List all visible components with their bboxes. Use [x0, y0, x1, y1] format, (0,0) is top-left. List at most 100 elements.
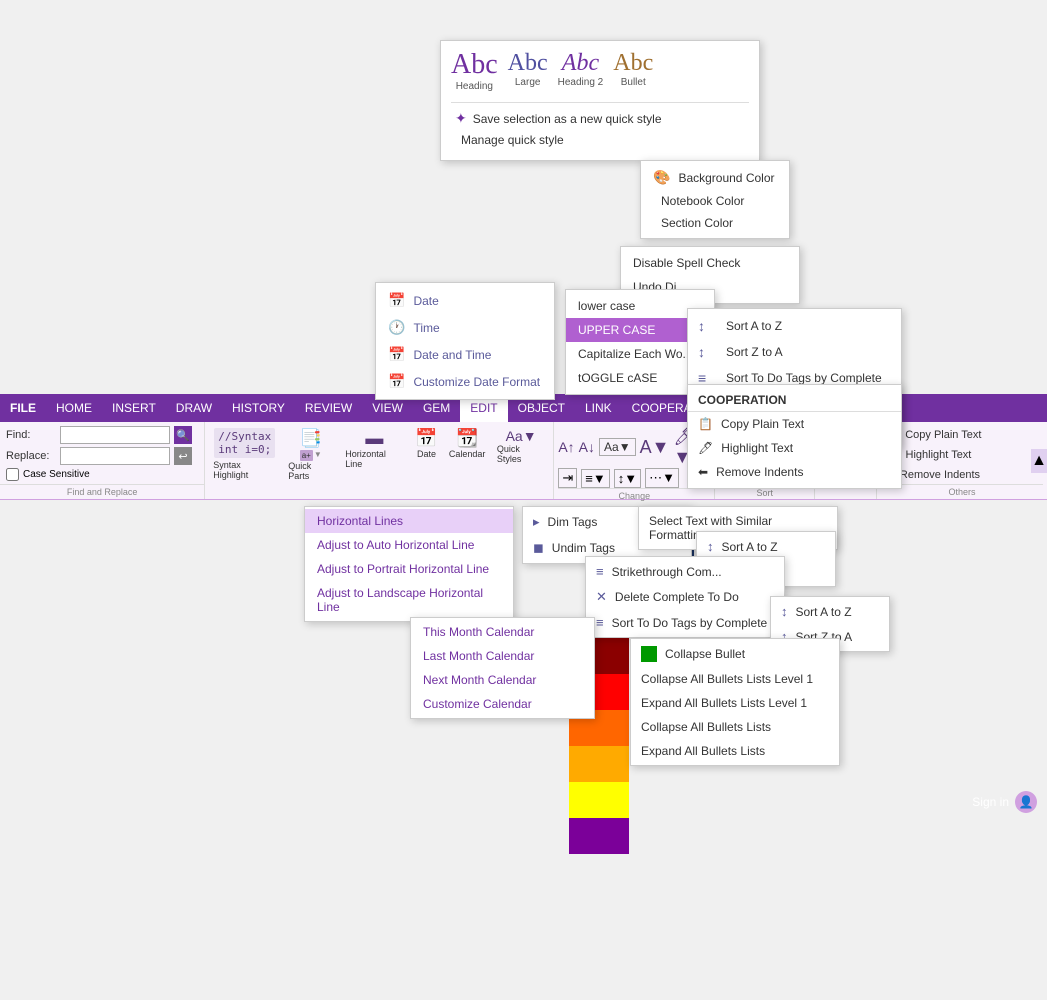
hline-item-0[interactable]: Horizontal Lines — [305, 509, 513, 533]
expand-all-label: Expand All Bullets Lists — [641, 744, 765, 758]
date-button[interactable]: 📅 Date — [411, 426, 441, 461]
section-color-label: Section Color — [661, 216, 733, 230]
strikethrough-label: Strikethrough Com... — [612, 565, 722, 579]
remove-indents-coop[interactable]: ⬅ Remove Indents — [688, 460, 901, 484]
qs-heading2[interactable]: Abc Heading 2 — [558, 51, 604, 92]
qs-heading-text: Abc — [451, 51, 498, 79]
qs-manage-label: Manage quick style — [461, 133, 564, 147]
sign-in-area[interactable]: Sign in 👤 — [972, 788, 1037, 816]
syntax-highlight-button[interactable]: //Syntaxint i=0; Syntax Highlight — [209, 426, 280, 482]
calendar-dropdown: This Month Calendar Last Month Calendar … — [410, 617, 595, 719]
replace-button[interactable]: ↩ — [174, 447, 192, 465]
strikethrough-item[interactable]: ≡ Strikethrough Com... — [586, 559, 784, 584]
color-swatch-darkyellow[interactable] — [569, 746, 629, 782]
calendar-button[interactable]: 📆 Calendar — [445, 426, 488, 461]
expand-all-level1-item[interactable]: Expand All Bullets Lists Level 1 — [631, 691, 839, 715]
remove-indents-button[interactable]: ⬅Remove Indents — [881, 466, 1043, 484]
date-time-icon: 📅 — [388, 346, 405, 363]
highlight-text-coop[interactable]: 🖊 Highlight Text — [688, 436, 901, 460]
collapse-all-label: Collapse All Bullets Lists — [641, 720, 771, 734]
find-replace-group: Find: 🔍 Replace: ↩ Case Sensitive Find a… — [0, 422, 205, 499]
copy-plain-text-button[interactable]: 📋Copy Plain Text — [881, 426, 1043, 444]
delete-complete-item[interactable]: ✕ Delete Complete To Do — [586, 584, 784, 610]
notebook-color-label: Notebook Color — [661, 194, 744, 208]
menu-insert[interactable]: INSERT — [102, 394, 166, 422]
sort2-az-icon: ↕ — [707, 539, 714, 554]
collapse-bullet-item[interactable]: Collapse Bullet — [631, 641, 839, 667]
replace-input[interactable] — [60, 447, 170, 465]
strikethrough-icon: ≡ — [596, 564, 604, 579]
find-input[interactable] — [60, 426, 170, 444]
hline-item-1[interactable]: Adjust to Auto Horizontal Line — [305, 533, 513, 557]
disable-spell-check[interactable]: Disable Spell Check — [621, 251, 799, 275]
menu-review[interactable]: REVIEW — [295, 394, 362, 422]
highlight-icon: 🖊 — [698, 441, 713, 455]
sort3-az-icon: ↕ — [781, 604, 788, 619]
qs-large-text: Abc — [508, 51, 548, 75]
hline-item-3[interactable]: Adjust to Landscape Horizontal Line — [305, 581, 513, 619]
menu-link[interactable]: LINK — [575, 394, 622, 422]
menu-home[interactable]: HOME — [46, 394, 102, 422]
insert-group: //Syntaxint i=0; Syntax Highlight 📑 a+▼ … — [205, 422, 554, 499]
highlight-text-button[interactable]: 🖊Highlight Text — [881, 446, 1043, 464]
color-swatch-yellow[interactable] — [569, 782, 629, 818]
remove-indents-icon: ⬅ — [698, 465, 708, 479]
sort-tags-item[interactable]: ≡ Sort To Do Tags by Complete — [586, 610, 784, 635]
menu-file[interactable]: FILE — [0, 394, 46, 422]
customize-date-item[interactable]: 📅 Customize Date Format — [376, 368, 554, 395]
quick-styles-button[interactable]: Aa▼ Quick Styles — [493, 426, 549, 466]
horizontal-line-button[interactable]: ▬ Horizontal Line — [341, 426, 407, 471]
qs-bullet[interactable]: Abc Bullet — [613, 51, 653, 92]
spacing-button[interactable]: ↕▼ — [614, 469, 641, 488]
delete-label: Delete Complete To Do — [615, 590, 739, 604]
bg-color-item[interactable]: 🎨 Background Color — [641, 165, 789, 190]
highlight-label: Highlight Text — [721, 441, 793, 455]
sort-z-to-a[interactable]: ↕ Sort Z to A — [688, 339, 901, 365]
date-icon: 📅 — [388, 292, 405, 309]
collapse-all-level1-item[interactable]: Collapse All Bullets Lists Level 1 — [631, 667, 839, 691]
remove-indents-label: Remove Indents — [716, 465, 803, 479]
collapse-panel: Collapse Bullet Collapse All Bullets Lis… — [630, 638, 840, 766]
time-item[interactable]: 🕐 Time — [376, 314, 554, 341]
qs-large-label: Large — [515, 77, 541, 88]
sort-a-to-z[interactable]: ↕ Sort A to Z — [688, 313, 901, 339]
qs-manage[interactable]: Manage quick style — [451, 130, 749, 150]
qs-save-selection[interactable]: ✦ Save selection as a new quick style — [451, 107, 749, 130]
font-size-larger[interactable]: A↑ — [558, 439, 574, 455]
date-label: Date — [413, 294, 438, 308]
find-search-button[interactable]: 🔍 — [174, 426, 192, 444]
font-name[interactable]: Aa▼ — [599, 438, 636, 456]
section-color-item[interactable]: Section Color — [641, 212, 789, 234]
sort3-a-z[interactable]: ↕ Sort A to Z — [771, 599, 889, 624]
case-sensitive-checkbox[interactable] — [6, 468, 19, 481]
menu-draw[interactable]: DRAW — [166, 394, 222, 422]
collapse-all-item[interactable]: Collapse All Bullets Lists — [631, 715, 839, 739]
menu-history[interactable]: HISTORY — [222, 394, 295, 422]
more-button[interactable]: ⋯▼ — [645, 468, 679, 488]
color-swatch-purple[interactable] — [569, 818, 629, 854]
actions-dropdown: ≡ Strikethrough Com... ✕ Delete Complete… — [585, 556, 785, 638]
text-color-button[interactable]: A▼ — [640, 437, 670, 458]
quick-styles-dropdown: Abc Heading Abc Large Abc Heading 2 Abc … — [440, 40, 760, 161]
time-label: Time — [413, 321, 439, 335]
date-time-item[interactable]: 📅 Date and Time — [376, 341, 554, 368]
date-time-label: Date and Time — [413, 348, 491, 362]
hline-item-2[interactable]: Adjust to Portrait Horizontal Line — [305, 557, 513, 581]
date-item[interactable]: 📅 Date — [376, 287, 554, 314]
next-month-item[interactable]: Next Month Calendar — [411, 668, 594, 692]
indent-button[interactable]: ⇥ — [558, 468, 577, 488]
align-button[interactable]: ≡▼ — [581, 469, 609, 488]
hlines-dropdown: Horizontal Lines Adjust to Auto Horizont… — [304, 506, 514, 622]
qs-large[interactable]: Abc Large — [508, 51, 548, 92]
font-size-smaller[interactable]: A↓ — [579, 439, 595, 455]
quick-parts-button[interactable]: 📑 a+▼ Quick Parts — [284, 426, 337, 483]
sort-a-z-label: Sort A to Z — [726, 319, 782, 333]
this-month-item[interactable]: This Month Calendar — [411, 620, 594, 644]
customize-cal-item[interactable]: Customize Calendar — [411, 692, 594, 716]
expand-all-item[interactable]: Expand All Bullets Lists — [631, 739, 839, 763]
last-month-item[interactable]: Last Month Calendar — [411, 644, 594, 668]
copy-plain-text-coop[interactable]: 📋 Copy Plain Text — [688, 412, 901, 436]
ribbon-collapse-button[interactable]: ▲ — [1031, 449, 1047, 473]
qs-heading[interactable]: Abc Heading — [451, 51, 498, 92]
notebook-color-item[interactable]: Notebook Color — [641, 190, 789, 212]
